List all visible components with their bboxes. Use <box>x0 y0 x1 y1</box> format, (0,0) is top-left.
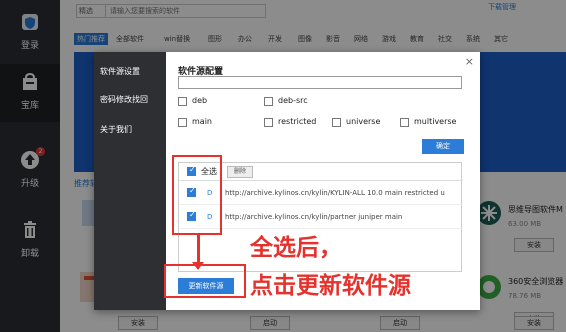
nav-password-recovery[interactable]: 密码修改找回 <box>100 94 148 105</box>
instruction-text-line2: 点击更新软件源 <box>250 273 411 299</box>
checkbox-label: restricted <box>278 117 317 126</box>
checkbox-label: deb <box>192 96 208 105</box>
nav-about[interactable]: 关于我们 <box>100 124 132 135</box>
update-button-highlight-box <box>164 264 246 298</box>
confirm-button[interactable]: 确定 <box>422 139 464 154</box>
delete-button[interactable]: 删除 <box>227 166 253 178</box>
source-input[interactable] <box>178 76 462 89</box>
checkbox-label: main <box>192 117 212 126</box>
dialog-nav: 软件源设置 密码修改找回 关于我们 <box>94 52 166 310</box>
red-arrow-head <box>192 262 204 270</box>
checkbox-main[interactable] <box>178 118 187 127</box>
checkbox-deb-src[interactable] <box>264 97 273 106</box>
select-all-highlight-box <box>172 155 222 235</box>
checkbox-deb[interactable] <box>178 97 187 106</box>
checkbox-label: universe <box>346 117 381 126</box>
checkbox-restricted[interactable] <box>264 118 273 127</box>
source-url: http://archive.kylinos.cn/kylin/partner … <box>225 213 403 221</box>
instruction-text-line1: 全选后， <box>250 235 342 261</box>
checkbox-label: multiverse <box>414 117 457 126</box>
red-arrow-line <box>197 234 200 264</box>
checkbox-universe[interactable] <box>332 118 341 127</box>
checkbox-label: deb-src <box>278 96 308 105</box>
nav-software-source[interactable]: 软件源设置 <box>100 66 140 77</box>
source-url: http://archive.kylinos.cn/kylin/KYLIN-AL… <box>225 189 445 197</box>
close-icon[interactable]: × <box>465 55 474 68</box>
checkbox-multiverse[interactable] <box>400 118 409 127</box>
